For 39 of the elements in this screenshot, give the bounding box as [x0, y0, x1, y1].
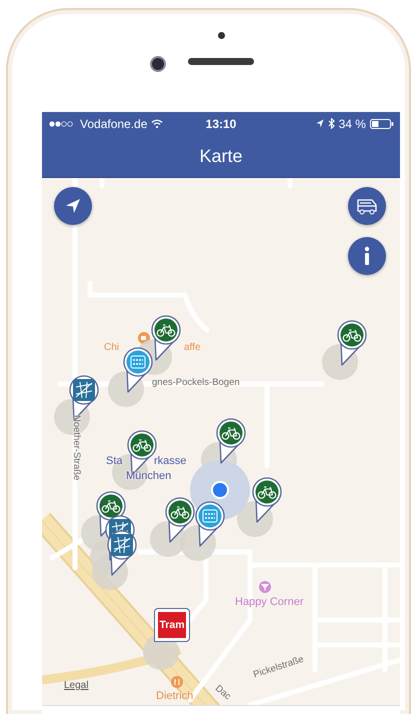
camera-lens	[150, 56, 166, 72]
place-name: München	[126, 470, 172, 482]
transit-map-marker[interactable]	[106, 530, 138, 577]
vehicle-filter-button[interactable]	[348, 187, 386, 225]
locate-button[interactable]	[54, 187, 92, 225]
bicycle-marker[interactable]	[150, 315, 182, 362]
info-icon	[363, 246, 371, 266]
battery-percent: 34 %	[338, 116, 366, 130]
sensor-dot	[218, 32, 225, 39]
wifi-icon	[151, 119, 164, 128]
legal-link[interactable]: Legal	[64, 680, 88, 691]
place-name: Chi	[104, 342, 120, 354]
cocktail-glass-icon	[259, 581, 271, 593]
car-sharing-marker[interactable]	[122, 347, 154, 394]
place-name: Sta	[106, 455, 123, 467]
fork-knife-icon	[171, 676, 183, 688]
bicycle-marker[interactable]	[336, 320, 368, 367]
tram-marker[interactable]: Tram	[154, 608, 190, 642]
car-sharing-marker[interactable]	[194, 501, 226, 548]
place-name: rkasse	[154, 455, 186, 467]
bicycle-marker[interactable]	[251, 477, 283, 524]
street-name: gnes-Pockels-Bogen	[152, 377, 240, 389]
bus-icon	[355, 197, 379, 215]
bicycle-marker[interactable]	[215, 418, 247, 465]
screen-title: Karte	[199, 146, 243, 166]
clock-time: 13:10	[206, 116, 236, 130]
bicycle-marker[interactable]	[164, 497, 196, 544]
street-name: Dac	[212, 683, 233, 704]
battery-icon	[370, 118, 394, 128]
street-name: Noether-Straße	[70, 415, 82, 480]
speaker-grille	[188, 58, 254, 65]
place-name: Happy Corner	[235, 596, 304, 608]
bluetooth-icon	[328, 118, 335, 129]
location-arrow-icon	[316, 119, 324, 128]
place-name: affe	[184, 342, 200, 354]
info-button[interactable]	[348, 237, 386, 275]
location-arrow-icon	[64, 197, 82, 215]
carrier-name: Vodafone.de	[80, 116, 148, 130]
place-name: Dietrich	[156, 690, 194, 702]
